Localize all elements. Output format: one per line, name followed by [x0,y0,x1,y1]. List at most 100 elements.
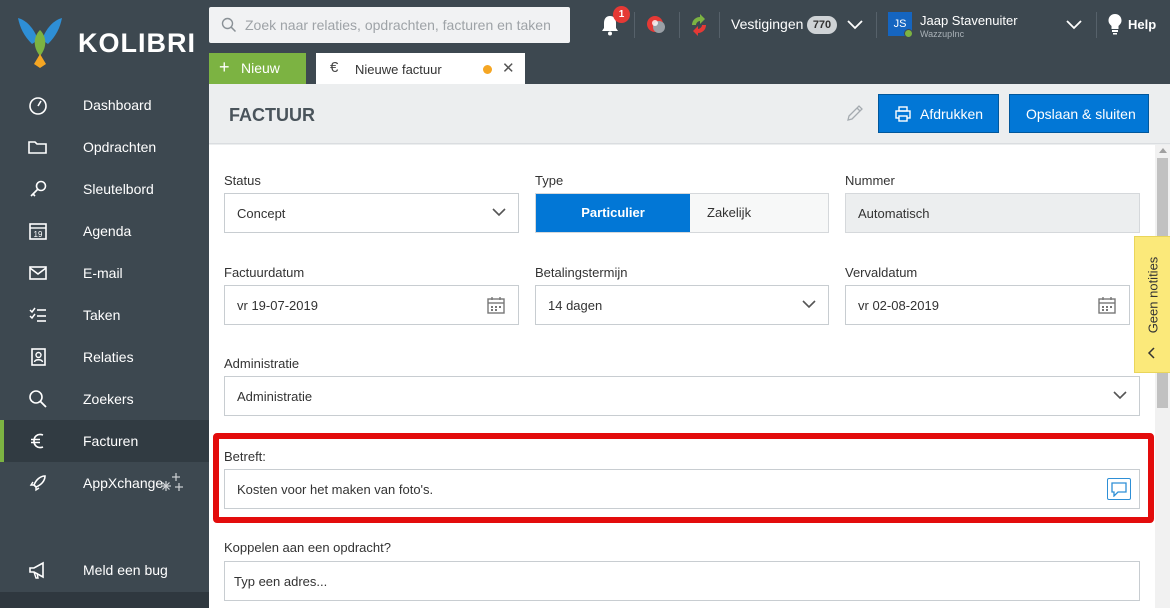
calendar-day-text: 19 [34,230,43,239]
save-button-label: Opslaan & sluiten [1026,106,1136,122]
sidebar-item-label: Relaties [83,349,134,365]
factuurdatum-input[interactable]: vr 19-07-2019 [224,285,519,325]
contact-card-icon [31,348,46,366]
sidebar-item-label: Dashboard [83,97,152,113]
status-value: Concept [237,206,286,221]
lightbulb-icon[interactable] [1107,13,1123,35]
type-option-zakelijk[interactable]: Zakelijk [690,194,828,232]
sidebar-item-label: Opdrachten [83,139,157,155]
type-toggle: Particulier Zakelijk [535,193,829,233]
vestigingen-selector[interactable]: Vestigingen [731,16,803,32]
koppelen-label: Koppelen aan een opdracht? [224,540,391,555]
page-title: FACTUUR [229,105,315,125]
sidebar-item-label: Sleutelbord [83,181,154,197]
sidebar-item-label: E-mail [83,265,123,281]
user-company: WazzupInc [920,29,965,39]
sidebar-footer [0,592,209,608]
user-name[interactable]: Jaap Stavenuiter [920,13,1018,28]
save-and-close-button[interactable]: Opslaan & sluiten [1009,94,1149,133]
invoice-form: Status Concept Type Particulier Zakelijk… [209,145,1155,608]
sidebar-item-taken[interactable]: Taken [0,294,209,336]
speech-bubble-icon [1111,482,1127,497]
megaphone-icon [29,561,44,579]
sidebar-item-relaties[interactable]: Relaties [0,336,209,378]
euro-icon: € [330,59,339,76]
divider [679,12,680,38]
search-icon [221,17,237,33]
chevron-down-icon [1113,391,1127,400]
search-input[interactable] [245,15,560,35]
administratie-select[interactable]: Administratie [224,376,1140,416]
close-icon[interactable]: ✕ [502,59,515,77]
notification-count-badge: 1 [613,6,630,23]
betreft-input[interactable]: Kosten voor het maken van foto's. [224,469,1140,509]
plus-icon: + [219,57,230,77]
calendar-icon[interactable] [487,296,505,314]
sync-icon[interactable] [688,14,710,36]
vervaldatum-input[interactable]: vr 02-08-2019 [845,285,1130,325]
checklist-icon [29,307,46,322]
type-option-particulier[interactable]: Particulier [536,194,690,232]
calendar-icon[interactable] [1098,296,1116,314]
factuurdatum-label: Factuurdatum [224,265,305,280]
sidebar-item-label: Agenda [83,223,132,239]
divider [719,12,720,38]
chevron-left-icon [1147,347,1155,359]
search-icon [29,390,47,408]
pencil-icon[interactable] [846,104,864,122]
print-button[interactable]: Afdrukken [878,94,999,133]
sidebar-item-meld-een-bug[interactable]: Meld een bug [0,549,209,591]
comment-button[interactable] [1107,478,1131,500]
new-button-label: Nieuw [241,60,280,76]
print-button-label: Afdrukken [920,106,984,122]
status-toggle-icon[interactable] [645,14,669,36]
divider [634,12,635,38]
global-search [209,7,570,43]
status-label: Status [224,173,261,188]
gauge-icon [29,97,47,115]
betalingstermijn-select[interactable]: 14 dagen [535,285,829,325]
koppelen-input[interactable]: Typ een adres... [224,561,1140,601]
factuurdatum-value: vr 19-07-2019 [237,298,318,313]
sidebar-item-agenda[interactable]: 19 Agenda [0,210,209,252]
sidebar-item-sleutelbord[interactable]: Sleutelbord [0,168,209,210]
sidebar-item-email[interactable]: E-mail [0,252,209,294]
sidebar-item-opdrachten[interactable]: Opdrachten [0,126,209,168]
chevron-down-icon[interactable] [847,20,863,30]
new-button[interactable]: + Nieuw [209,53,306,84]
status-select[interactable]: Concept [224,193,519,233]
scroll-up-arrow-icon[interactable] [1159,148,1167,153]
online-status-dot [904,29,913,38]
sidebar-item-zoekers[interactable]: Zoekers [0,378,209,420]
sidebar-item-label: Taken [83,307,121,323]
chevron-down-icon[interactable] [1066,20,1082,30]
brand-logo[interactable]: KOLIBRI [16,14,196,68]
betalingstermijn-value: 14 dagen [548,298,603,313]
betreft-value: Kosten voor het maken van foto's. [237,482,434,497]
sidebar-item-dashboard[interactable]: Dashboard [0,84,209,126]
chevron-down-icon [802,300,816,309]
tab-nieuwe-factuur[interactable]: € Nieuwe factuur ✕ [316,53,525,84]
sidebar-nav: Dashboard Opdrachten Sleutelbord 19 Agen… [0,84,209,504]
sidebar-item-label: Facturen [83,433,139,449]
help-link[interactable]: Help [1128,17,1156,32]
betreft-label: Betreft: [224,449,266,464]
sidebar-item-facturen[interactable]: Facturen [0,420,209,462]
administratie-value: Administratie [237,389,313,404]
sidebar-item-label: Zoekers [83,391,134,407]
divider [876,12,877,38]
divider [1096,12,1097,38]
sidebar-item-label: AppXchange [83,475,164,491]
sparkle-icon [161,473,183,491]
notes-label: Geen notities [1145,256,1160,334]
calendar-icon: 19 [29,223,47,240]
notes-side-tab[interactable]: Geen notities [1134,236,1170,373]
sidebar-item-appxchange[interactable]: AppXchange [0,462,209,504]
type-label: Type [535,173,564,188]
nummer-label: Nummer [845,173,895,188]
sidebar-item-label: Meld een bug [83,562,168,578]
administratie-label: Administratie [224,356,300,371]
koppelen-placeholder: Typ een adres... [234,574,328,589]
betalingstermijn-label: Betalingstermijn [535,265,628,280]
sidebar: KOLIBRI Dashboard Opdrachten Sleutelbord… [0,0,209,608]
